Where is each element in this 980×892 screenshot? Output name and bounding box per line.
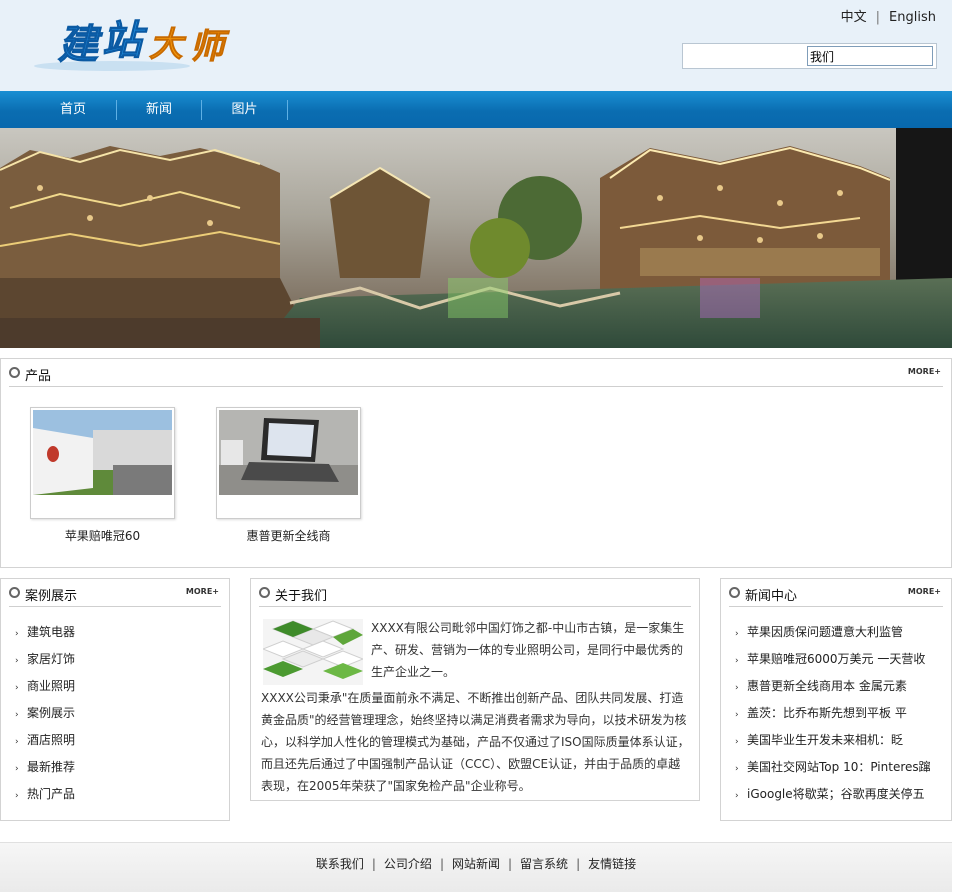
news-item[interactable]: › 美国毕业生开发未来相机：眨: [735, 731, 935, 748]
list-item[interactable]: › 案例展示: [15, 704, 75, 721]
logo-char-4: 师: [190, 27, 230, 67]
list-item-label: 家居灯饰: [27, 652, 76, 666]
cases-title: 案例展示: [25, 589, 78, 604]
news-item-label: 苹果赔唯冠6000万美元 一天营收: [747, 652, 926, 666]
lang-chinese-link[interactable]: 中文: [841, 6, 867, 25]
arrow-right-icon: ›: [15, 656, 19, 666]
products-section: 产品 MORE+ 苹果赔唯冠60 惠普更新全线商: [0, 358, 952, 568]
arrow-right-icon: ›: [15, 737, 19, 747]
hero-banner-image: [0, 128, 952, 348]
arrow-right-icon: ›: [735, 737, 739, 747]
products-more-link[interactable]: MORE+: [908, 367, 941, 376]
arrow-right-icon: ›: [735, 710, 739, 720]
list-item-label: 案例展示: [27, 706, 76, 720]
list-item[interactable]: › 最新推荐: [15, 758, 75, 775]
footer-separator: |: [439, 857, 444, 871]
site-header: 建 站 大 师 中文 | English: [0, 0, 952, 91]
list-item-label: 酒店照明: [27, 733, 76, 747]
news-item-label: 惠普更新全线商用本 金属元素: [747, 679, 907, 693]
cases-header: 案例展示 MORE+: [9, 579, 221, 607]
list-item-label: 建筑电器: [27, 625, 76, 639]
list-item-label: 热门产品: [27, 787, 76, 801]
list-item-label: 商业照明: [27, 679, 76, 693]
arrow-right-icon: ›: [15, 791, 19, 801]
about-title: 关于我们: [275, 589, 328, 604]
cases-section: 案例展示 MORE+ › 建筑电器 › 家居灯饰 › 商业照明 › 案例展示 › 酒店照明…: [0, 578, 230, 821]
circle-bullet-icon: [9, 367, 20, 378]
news-item[interactable]: › 惠普更新全线商用本 金属元素: [735, 677, 935, 694]
news-item[interactable]: › 美国社交网站Top 10：Pinteres蹿: [735, 758, 935, 775]
products-title: 产品: [25, 369, 52, 384]
list-item[interactable]: › 酒店照明: [15, 731, 75, 748]
about-paragraph: XXXX公司秉承"在质量面前永不满足、不断推出创新产品、团队共同发展、打造黄金品…: [261, 691, 690, 793]
lang-english-link[interactable]: English: [889, 10, 936, 25]
arrow-right-icon: ›: [735, 791, 739, 801]
news-more-link[interactable]: MORE+: [908, 587, 941, 596]
product-thumbnail: [219, 410, 358, 495]
arrow-right-icon: ›: [735, 683, 739, 693]
arrow-right-icon: ›: [15, 629, 19, 639]
search-box: [682, 43, 937, 69]
list-item[interactable]: › 建筑电器: [15, 623, 75, 640]
cases-more-link[interactable]: MORE+: [186, 587, 219, 596]
circle-bullet-icon: [729, 587, 740, 598]
arrow-right-icon: ›: [15, 683, 19, 693]
nav-divider: [287, 100, 288, 120]
footer-links: 联系我们 | 公司介绍 | 网站新闻 | 留言系统 | 友情链接: [0, 855, 952, 872]
search-input[interactable]: [807, 46, 933, 66]
footer-link-news[interactable]: 网站新闻: [452, 857, 500, 871]
footer-link-about[interactable]: 公司介绍: [384, 857, 432, 871]
main-nav: 首页 新闻 图片: [0, 91, 952, 128]
arrow-right-icon: ›: [735, 764, 739, 774]
nav-item-pictures[interactable]: 图片: [202, 91, 287, 128]
list-item[interactable]: › 家居灯饰: [15, 650, 75, 667]
arrow-right-icon: ›: [15, 710, 19, 720]
news-item-label: iGoogle将歇菜；谷歌再度关停五: [747, 787, 925, 801]
about-section: 关于我们 XXXX有限公司毗邻中国灯饰之都-中山市古镇，是一家集生产、研发、营销…: [250, 578, 700, 801]
list-item[interactable]: › 商业照明: [15, 677, 75, 694]
circle-bullet-icon: [259, 587, 270, 598]
news-title: 新闻中心: [745, 589, 798, 604]
nav-item-home[interactable]: 首页: [30, 91, 116, 128]
site-footer: 联系我们 | 公司介绍 | 网站新闻 | 留言系统 | 友情链接: [0, 842, 952, 892]
about-body: XXXX有限公司毗邻中国灯饰之都-中山市古镇，是一家集生产、研发、营销为一体的专…: [261, 617, 691, 797]
news-item[interactable]: › 苹果赔唯冠6000万美元 一天营收: [735, 650, 935, 667]
news-item-label: 美国社交网站Top 10：Pinteres蹿: [747, 760, 931, 774]
footer-link-guestbook[interactable]: 留言系统: [520, 857, 568, 871]
product-card[interactable]: [30, 407, 175, 519]
product-thumbnail: [33, 410, 172, 495]
footer-separator: |: [371, 857, 376, 871]
language-switch: 中文 | English: [841, 6, 936, 25]
footer-link-friends[interactable]: 友情链接: [588, 857, 636, 871]
logo-char-1: 建: [58, 22, 103, 68]
news-header: 新闻中心 MORE+: [729, 579, 943, 607]
nav-item-news[interactable]: 新闻: [117, 91, 201, 128]
lang-separator: |: [875, 10, 881, 25]
list-item-label: 最新推荐: [27, 760, 76, 774]
footer-separator: |: [576, 857, 581, 871]
arrow-right-icon: ›: [735, 629, 739, 639]
about-header: 关于我们: [259, 579, 691, 607]
news-item-label: 苹果因质保问题遭意大利监管: [747, 625, 904, 639]
products-header: 产品 MORE+: [9, 359, 943, 387]
footer-link-contact[interactable]: 联系我们: [316, 857, 364, 871]
footer-separator: |: [508, 857, 513, 871]
news-item[interactable]: › iGoogle将歇菜；谷歌再度关停五: [735, 785, 935, 802]
news-item[interactable]: › 盖茨：比乔布斯先想到平板 平: [735, 704, 935, 721]
site-logo[interactable]: 建 站 大 师: [32, 14, 242, 74]
news-item[interactable]: › 苹果因质保问题遭意大利监管: [735, 623, 935, 640]
about-paragraph: XXXX有限公司毗邻中国灯饰之都-中山市古镇，是一家集生产、研发、营销为一体的专…: [371, 621, 685, 679]
news-section: 新闻中心 MORE+ › 苹果因质保问题遭意大利监管 › 苹果赔唯冠6000万美元 …: [720, 578, 952, 821]
logo-char-2: 站: [102, 18, 148, 64]
arrow-right-icon: ›: [735, 656, 739, 666]
news-item-label: 美国毕业生开发未来相机：眨: [747, 733, 904, 747]
product-name[interactable]: 苹果赔唯冠60: [30, 527, 175, 544]
circle-bullet-icon: [9, 587, 20, 598]
arrow-right-icon: ›: [15, 764, 19, 774]
news-item-label: 盖茨：比乔布斯先想到平板 平: [747, 706, 907, 720]
logo-char-3: 大: [149, 25, 187, 65]
product-card[interactable]: [216, 407, 361, 519]
list-item[interactable]: › 热门产品: [15, 785, 75, 802]
product-name[interactable]: 惠普更新全线商: [216, 527, 361, 544]
